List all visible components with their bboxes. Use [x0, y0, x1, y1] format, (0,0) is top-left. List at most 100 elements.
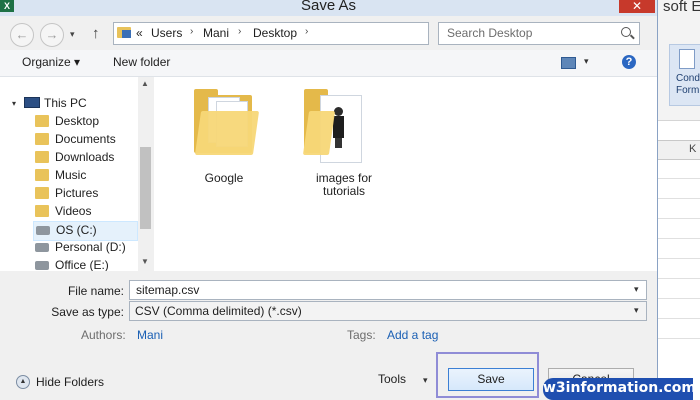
grid-line	[655, 278, 700, 279]
save-as-type-dropdown-icon[interactable]: ▾	[634, 305, 639, 316]
save-as-type-value: CSV (Comma delimited) (*.csv)	[135, 304, 302, 318]
organize-menu-button[interactable]: Organize ▾	[22, 55, 80, 69]
folder-label: images for tutorials	[315, 171, 373, 198]
folder-icon	[194, 83, 260, 155]
tree-item-label: Downloads	[55, 150, 115, 164]
back-button[interactable]: ←	[10, 23, 34, 47]
search-input[interactable]	[445, 25, 619, 41]
tree-item-label: Music	[55, 168, 87, 182]
dialog-title: Save As	[300, 0, 357, 14]
file-name-field[interactable]: ▾	[129, 280, 647, 300]
grid-line	[655, 178, 700, 179]
navigation-bar: ← → ▾ ↑ « Users › Mani › Desktop › ▾ ↻	[0, 16, 657, 50]
breadcrumb-mani[interactable]: Mani	[203, 26, 229, 40]
breadcrumb-separator[interactable]: ›	[190, 26, 193, 37]
tree-item-label: Documents	[55, 132, 116, 146]
drive-icon	[36, 226, 50, 235]
grid-line	[655, 338, 700, 339]
expand-icon[interactable]: ▾	[12, 99, 16, 108]
view-options-dropdown[interactable]: ▾	[584, 56, 589, 67]
videos-folder-icon	[35, 205, 49, 217]
hide-folders-label: Hide Folders	[36, 375, 105, 389]
new-folder-button[interactable]: New folder	[113, 55, 170, 69]
tools-menu-button[interactable]: Tools	[378, 372, 406, 386]
computer-icon	[24, 97, 40, 108]
navigation-pane-scrollbar[interactable]: ▲ ▼	[138, 77, 153, 271]
scrollbar-thumb[interactable]	[140, 147, 151, 229]
grid-line	[655, 298, 700, 299]
tree-item-label: OS (C:)	[56, 223, 97, 237]
excel-ribbon: soft Ex Cond Form	[655, 0, 700, 121]
folder-icon	[302, 83, 364, 163]
downloads-folder-icon	[35, 151, 49, 163]
grid-line	[655, 238, 700, 239]
documents-folder-icon	[35, 133, 49, 145]
tags-label: Tags:	[347, 328, 376, 342]
close-button[interactable]: ✕	[619, 0, 655, 13]
background-excel-window: soft Ex Cond Form K	[655, 0, 700, 400]
save-as-type-select[interactable]: CSV (Comma delimited) (*.csv) ▾	[129, 301, 647, 321]
folder-front	[194, 111, 260, 155]
conditional-formatting-label: Cond Form	[676, 73, 700, 96]
person-legs	[335, 138, 342, 148]
file-name-dropdown-icon[interactable]: ▾	[634, 284, 639, 295]
save-button[interactable]: Save	[448, 368, 534, 391]
pictures-folder-icon	[35, 187, 49, 199]
file-name-input[interactable]	[134, 282, 618, 298]
tree-item-label: Videos	[55, 204, 92, 218]
tree-item-label: Personal (D:)	[55, 240, 126, 254]
authors-label: Authors:	[81, 328, 126, 342]
breadcrumb-overflow[interactable]: «	[136, 26, 143, 40]
tools-dropdown-icon[interactable]: ▾	[423, 375, 428, 386]
grid-line	[655, 198, 700, 199]
up-folder-button[interactable]: ↑	[92, 25, 100, 42]
breadcrumb-desktop[interactable]: Desktop	[253, 26, 297, 40]
tree-item-os-c[interactable]: OS (C:)	[33, 221, 138, 241]
command-toolbar: Organize ▾ New folder ▾ ?	[0, 50, 657, 77]
scroll-up-arrow-icon[interactable]: ▲	[141, 79, 149, 88]
drive-icon	[35, 261, 49, 270]
change-view-icon[interactable]	[561, 57, 576, 69]
folder-item-images-for-tutorials[interactable]: images for tutorials	[289, 83, 399, 203]
forward-button[interactable]: →	[40, 23, 64, 47]
tree-item-label: Desktop	[55, 114, 100, 128]
tree-item-label: Office (E:)	[55, 258, 109, 271]
grid-line	[655, 218, 700, 219]
folder-label: Google	[204, 171, 244, 185]
collapse-arrow-icon: ▲	[16, 375, 30, 389]
conditional-formatting-button[interactable]: Cond Form	[669, 44, 700, 106]
music-folder-icon	[35, 169, 49, 181]
authors-value[interactable]: Mani	[137, 328, 163, 342]
folder-item-google[interactable]: Google	[169, 83, 279, 193]
scroll-down-arrow-icon[interactable]: ▼	[141, 257, 149, 266]
folder-icon	[117, 27, 131, 38]
person-body	[333, 116, 344, 138]
person-head	[334, 107, 343, 116]
column-header[interactable]: K	[655, 140, 700, 160]
column-letter: K	[689, 143, 697, 155]
dialog-titlebar[interactable]: X Save As ✕	[0, 0, 657, 16]
file-list: Google images for tutorials	[154, 77, 657, 271]
recent-locations-icon[interactable]: ▾	[70, 29, 75, 40]
conditional-formatting-icon	[679, 49, 695, 69]
search-icon[interactable]	[621, 27, 631, 37]
help-icon[interactable]: ?	[622, 55, 636, 69]
grid-line	[655, 318, 700, 319]
address-bar[interactable]: « Users › Mani › Desktop › ▾ ↻	[113, 22, 531, 45]
drive-icon	[35, 243, 49, 252]
excel-title-fragment: soft Ex	[663, 0, 700, 15]
watermark-logo: w3information.com	[543, 378, 696, 400]
file-name-label: File name:	[67, 284, 124, 298]
tree-item-label: Pictures	[55, 186, 99, 200]
breadcrumb-separator[interactable]: ›	[238, 26, 241, 37]
tree-item-label: This PC	[44, 96, 87, 110]
save-as-dialog: X Save As ✕ ← → ▾ ↑ « Users › Mani › Des…	[0, 0, 658, 400]
search-box[interactable]	[438, 22, 640, 45]
save-as-type-label: Save as type:	[51, 305, 124, 319]
add-tag-link[interactable]: Add a tag	[387, 328, 438, 342]
navigation-pane: ▾ This PC Desktop Documents Downloads Mu…	[0, 77, 153, 271]
breadcrumb-users[interactable]: Users	[151, 26, 182, 40]
breadcrumb-separator[interactable]: ›	[305, 26, 308, 37]
desktop-folder-icon	[35, 115, 49, 127]
grid-line	[655, 258, 700, 259]
